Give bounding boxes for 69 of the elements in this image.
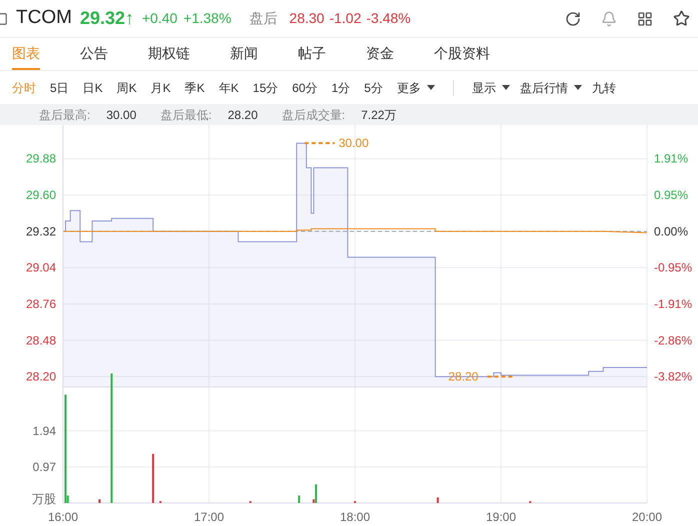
axis-label: 18:00 xyxy=(340,510,370,521)
stat-label: 盘后最高: xyxy=(39,106,90,124)
unit-label: 万股 xyxy=(32,492,56,506)
refresh-icon[interactable] xyxy=(565,10,581,26)
axis-label: 28.76 xyxy=(26,297,56,311)
axis-label: 1.94 xyxy=(32,424,56,438)
axis-label: 29.88 xyxy=(26,152,56,166)
axis-label: 20:00 xyxy=(632,510,662,521)
axis-label: 29.32 xyxy=(26,224,56,238)
period-button[interactable]: 日K xyxy=(82,78,103,96)
axis-label: -0.95% xyxy=(654,260,692,275)
price-change-percent: +1.38% xyxy=(183,9,232,28)
stock-symbol: TCOM xyxy=(16,6,72,30)
axis-label: 0.00% xyxy=(654,224,688,238)
caret-icon xyxy=(502,85,510,90)
option-button[interactable]: 盘后行情 xyxy=(520,78,582,96)
period-button[interactable]: 60分 xyxy=(292,78,318,96)
tab[interactable]: 新闻 xyxy=(230,38,258,70)
period-button[interactable]: 15分 xyxy=(252,78,278,96)
period-button[interactable]: 季K xyxy=(184,78,205,96)
after-hours-change: -1.02 xyxy=(329,9,362,28)
axis-label: 17:00 xyxy=(194,510,224,521)
tab[interactable]: 期权链 xyxy=(148,38,190,70)
tab[interactable]: 帖子 xyxy=(298,38,326,70)
volume-bar xyxy=(298,496,300,503)
option-button[interactable]: 显示 xyxy=(472,78,510,96)
stat-value: 30.00 xyxy=(106,106,136,124)
price-label: 30.00 xyxy=(338,136,369,150)
period-button[interactable]: 更多 xyxy=(396,78,435,96)
tab[interactable]: 资金 xyxy=(366,38,394,70)
axis-label: 0.97 xyxy=(32,460,56,474)
star-icon[interactable] xyxy=(673,10,690,27)
stock-price: 29.32↑ xyxy=(80,7,134,30)
after-hours-price: 28.30 xyxy=(289,9,324,28)
axis-label: 1.91% xyxy=(654,152,688,166)
after-hours-change-percent: -3.48% xyxy=(366,9,411,28)
caret-icon xyxy=(574,85,582,90)
tab[interactable]: 个股资料 xyxy=(434,38,490,70)
period-button[interactable]: 1分 xyxy=(331,78,350,96)
period-button[interactable]: 年K xyxy=(218,78,239,96)
period-button[interactable]: 5分 xyxy=(364,78,383,96)
tab[interactable]: 公告 xyxy=(80,38,108,70)
axis-label: 28.20 xyxy=(26,370,56,384)
period-button[interactable]: 5日 xyxy=(50,78,69,96)
leader-line xyxy=(487,376,516,378)
period-button[interactable]: 月K xyxy=(150,78,171,96)
leader-line xyxy=(304,142,335,144)
stat-label: 盘后最低: xyxy=(160,106,212,124)
stat-value: 28.20 xyxy=(228,106,258,124)
grid-icon[interactable] xyxy=(637,10,653,26)
after-hours-label: 盘后 xyxy=(249,9,278,28)
axis-label: 16:00 xyxy=(48,510,78,521)
volume-bar xyxy=(152,454,154,503)
price-change: +0.40 xyxy=(142,9,178,28)
stat-label: 盘后成交量: xyxy=(282,106,346,124)
period-button[interactable]: 周K xyxy=(116,78,137,96)
axis-label: -3.82% xyxy=(654,370,692,384)
axis-label: -1.91% xyxy=(654,297,692,311)
stat-value: 7.22万 xyxy=(361,106,396,124)
axis-label: 29.60 xyxy=(26,188,56,202)
axis-label: -2.86% xyxy=(654,333,692,348)
axis-label: 19:00 xyxy=(486,510,516,521)
volume-bar xyxy=(436,497,439,503)
price-label: 28.20 xyxy=(448,370,478,384)
axis-label: 0.95% xyxy=(654,188,688,202)
axis-label: 28.48 xyxy=(26,333,56,348)
axis-label: 29.04 xyxy=(26,260,56,275)
caret-icon xyxy=(426,85,435,90)
option-button[interactable]: 九转 xyxy=(592,78,616,96)
